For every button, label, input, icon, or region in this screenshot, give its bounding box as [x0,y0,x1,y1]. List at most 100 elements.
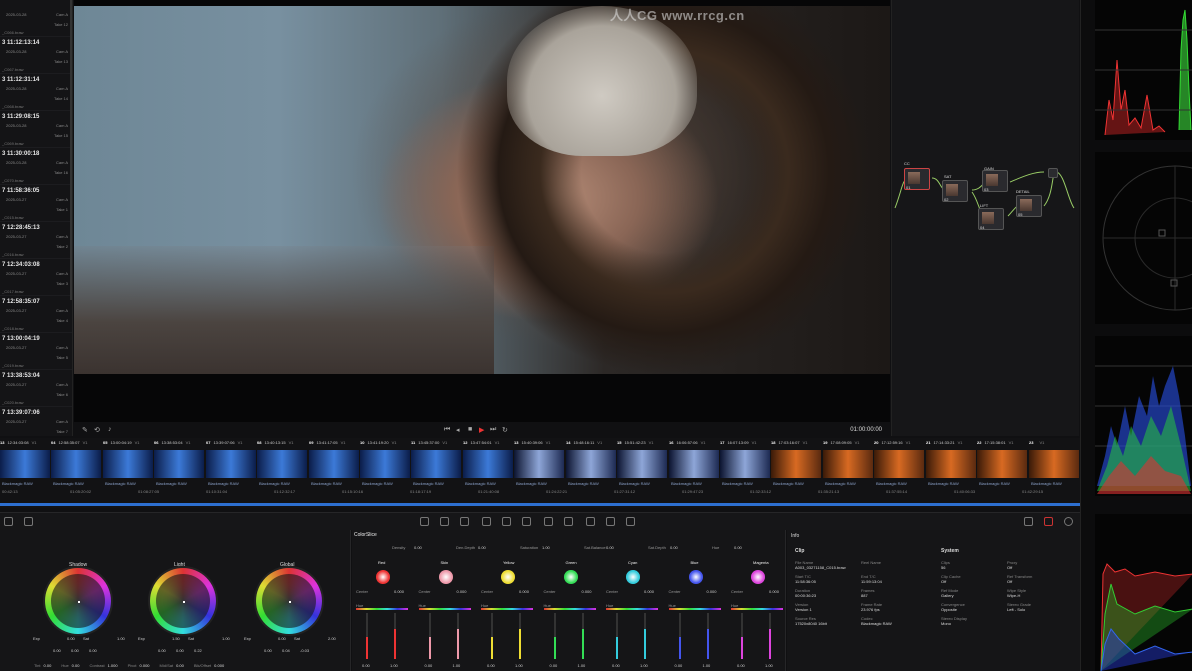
loop-playback-icon[interactable]: ↻ [502,426,508,434]
clip-list-item[interactable]: 7 13:39:07:062025-03-27Cam ATake 7_C021.… [0,407,72,436]
timeline-clip-thumbnail[interactable] [566,450,616,478]
timeline-clip-thumbnail[interactable] [154,450,204,478]
effects-icon[interactable] [626,517,635,526]
wheels-mode-icon[interactable] [4,517,13,526]
slice-param-value[interactable]: 1.00 [542,545,550,550]
clip-list-item[interactable]: 7 12:34:03:08 2025-03-27 Cam A Take 3 _C017.… [0,259,72,296]
clip-list-item[interactable]: 2025-03-28 Cam A Take 12 _C066.braw [0,0,72,37]
window-icon[interactable] [482,517,491,526]
slice-center-value[interactable]: 0.000 [582,589,592,594]
slice-level-bar[interactable] [553,613,556,659]
pen-icon[interactable]: ✎ [82,426,88,434]
slice-vector-swatch[interactable] [563,570,578,584]
slice-level-bar[interactable] [428,613,431,659]
slice-center-value[interactable]: 0.000 [519,589,529,594]
wheel-param-value[interactable]: 0.00 [72,663,80,668]
timeline-clip-thumbnail[interactable] [977,450,1027,478]
slice-level-bar[interactable] [456,613,459,659]
slice-center-value[interactable]: 0.000 [394,589,404,594]
slice-param-value[interactable]: 0.00 [414,545,422,550]
stereo-icon[interactable] [1024,517,1033,526]
clip-list-item[interactable]: 7 12:28:45:13 2025-03-27 Cam A Take 2 _C016.… [0,222,72,259]
timeline-clip-thumbnail[interactable] [926,450,976,478]
slice-level-bar[interactable] [519,613,521,659]
clip-list-item[interactable]: 3 11:12:13:14 2025-03-28 Cam A Take 13 _C067… [0,37,72,74]
info-icon[interactable] [1064,517,1073,526]
timeline-clip-thumbnail[interactable] [309,450,359,478]
slice-center-value[interactable]: 0.000 [457,589,467,594]
tracker-icon[interactable] [502,517,511,526]
slice-vector-swatch[interactable] [751,570,765,584]
curves-icon[interactable] [420,517,429,526]
loop-icon[interactable]: ⟲ [94,426,100,434]
audio-icon[interactable]: ♪ [108,426,112,433]
timeline-clip-thumbnail[interactable] [617,450,667,478]
bars-mode-icon[interactable] [24,517,33,526]
wheel-param-value[interactable]: 0.00 [176,663,184,668]
magic-mask-icon[interactable] [522,517,531,526]
timeline-clip-thumbnail[interactable] [51,450,101,478]
slice-hue-slider[interactable] [731,608,783,610]
timeline-clip-thumbnail[interactable] [771,450,821,478]
timeline-clip-thumbnail[interactable] [1029,450,1079,478]
slice-param-value[interactable]: 0.00 [670,545,678,550]
slice-hue-slider[interactable] [606,608,658,610]
slice-vector-swatch[interactable] [626,570,640,584]
timeline-clip-thumbnail[interactable] [669,450,719,478]
clip-list-scrollbar[interactable] [70,0,72,300]
stop-icon[interactable]: ■ [468,426,472,433]
slice-hue-slider[interactable] [418,608,471,610]
clip-list-item[interactable]: 7 11:58:36:05 2025-03-27 Cam A Take 1 _C015.… [0,185,72,222]
slice-level-bar[interactable] [769,613,771,659]
timeline-scrollbar[interactable] [0,503,1080,506]
slice-hue-slider[interactable] [356,608,408,610]
slice-vector-swatch[interactable] [376,570,390,584]
slice-level-bar[interactable] [366,613,368,659]
layer-mixer-node[interactable] [1048,168,1058,178]
clip-list-item[interactable]: 7 13:00:04:19 2025-03-27 Cam A Take 5 _C019.… [0,333,72,370]
clip-list-item[interactable]: 7 12:58:35:07 2025-03-27 Cam A Take 4 _C018.… [0,296,72,333]
warper-icon[interactable] [440,517,449,526]
play-icon[interactable]: ▶ [479,426,484,434]
timeline-clip-thumbnail[interactable] [720,450,770,478]
slice-vector-swatch[interactable] [688,570,703,584]
slice-hue-slider[interactable] [543,608,596,610]
slice-level-bar[interactable] [741,613,743,659]
timeline-clip-thumbnail[interactable] [0,450,50,478]
wheel-param-value[interactable]: 1.000 [108,663,118,668]
key-icon[interactable] [564,517,573,526]
timeline-clip-thumbnail[interactable] [257,450,307,478]
slice-level-bar[interactable] [644,613,646,659]
step-back-icon[interactable]: ◂ [456,426,460,434]
timeline-clip-thumbnail[interactable] [411,450,461,478]
timeline-clip-thumbnail[interactable] [823,450,873,478]
skip-end-icon[interactable]: ⏭ [490,426,496,434]
viewer[interactable]: 人人CG www.rrcg.cn ✎ ⟲ ♪ ⏮ ◂ ■ ▶ ⏭ ↻ 01:00… [74,0,890,434]
slice-param-value[interactable]: 0.00 [478,545,486,550]
wheel-param-value[interactable]: 0.00 [44,663,52,668]
slice-param-value[interactable]: 0.00 [606,545,614,550]
slice-center-value[interactable]: 0.000 [644,589,654,594]
wheel-param-value[interactable]: 0.000 [140,663,150,668]
slice-level-bar[interactable] [491,613,493,659]
timeline-clip-thumbnail[interactable] [463,450,513,478]
clip-list-item[interactable]: 7 13:38:53:04 2025-03-27 Cam A Take 6 _C020.… [0,370,72,407]
slice-vector-swatch[interactable] [501,570,515,584]
slice-level-bar[interactable] [581,613,584,659]
slice-level-bar[interactable] [678,613,681,659]
record-icon[interactable] [1044,517,1053,526]
qualifier-icon[interactable] [460,517,469,526]
clip-list-item[interactable]: 3 11:30:00:18 2025-03-28 Cam A Take 16 _C070… [0,148,72,185]
wheel-param-value[interactable]: 0.000 [214,663,224,668]
slice-level-bar[interactable] [394,613,396,659]
slice-hue-slider[interactable] [668,608,721,610]
clip-list-item[interactable]: 3 11:12:31:14 2025-03-28 Cam A Take 14 _C068… [0,74,72,111]
node-graph[interactable]: CC SAT GAIN LIFT DETAIL 01 02 03 04 05 [891,0,1079,436]
timeline-clip-thumbnail[interactable] [206,450,256,478]
timeline-clip-thumbnail[interactable] [514,450,564,478]
clip-list[interactable]: 2025-03-28 Cam A Take 12 _C066.braw 3 11:12:… [0,0,73,436]
slice-hue-slider[interactable] [481,608,533,610]
clip-timeline[interactable]: 13 12:34:03:08 V1 Blackmagic RAW 04 12:58:35:… [0,438,1080,508]
slice-param-value[interactable]: 0.00 [734,545,742,550]
timeline-clip-thumbnail[interactable] [874,450,924,478]
